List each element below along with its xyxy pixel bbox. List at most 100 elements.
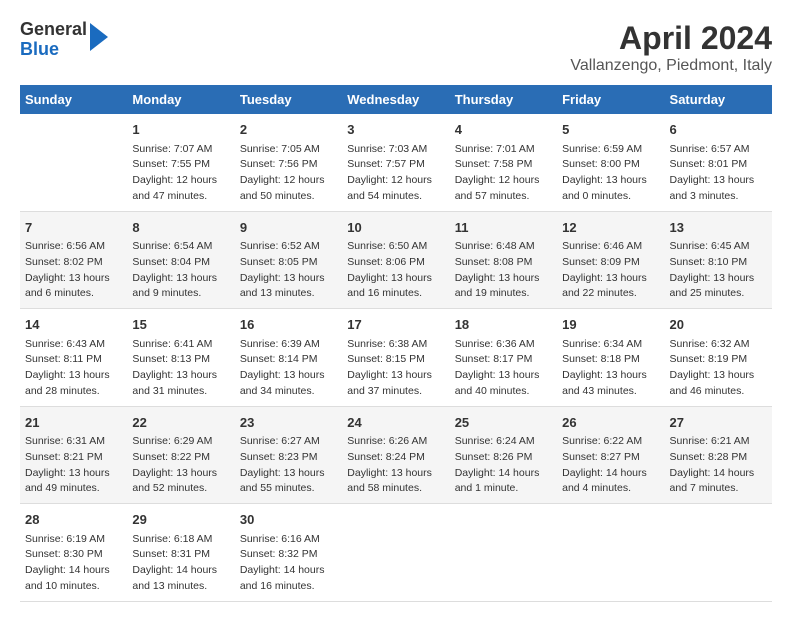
- day-info: Sunrise: 6:29 AMSunset: 8:22 PMDaylight:…: [132, 434, 229, 497]
- calendar-cell: 24Sunrise: 6:26 AMSunset: 8:24 PMDayligh…: [342, 406, 449, 504]
- day-number: 20: [670, 315, 767, 335]
- calendar-cell: 29Sunrise: 6:18 AMSunset: 8:31 PMDayligh…: [127, 504, 234, 602]
- calendar-cell: 18Sunrise: 6:36 AMSunset: 8:17 PMDayligh…: [450, 309, 557, 407]
- day-number: 22: [132, 413, 229, 433]
- day-number: 19: [562, 315, 659, 335]
- calendar-cell: 11Sunrise: 6:48 AMSunset: 8:08 PMDayligh…: [450, 211, 557, 309]
- calendar-cell: 21Sunrise: 6:31 AMSunset: 8:21 PMDayligh…: [20, 406, 127, 504]
- calendar-cell: [342, 504, 449, 602]
- day-info: Sunrise: 6:41 AMSunset: 8:13 PMDaylight:…: [132, 337, 229, 400]
- day-number: 2: [240, 120, 337, 140]
- calendar-cell: [665, 504, 772, 602]
- day-info: Sunrise: 6:48 AMSunset: 8:08 PMDaylight:…: [455, 239, 552, 302]
- column-header-friday: Friday: [557, 85, 664, 114]
- day-number: 5: [562, 120, 659, 140]
- logo-blue: Blue: [20, 40, 87, 60]
- day-info: Sunrise: 7:01 AMSunset: 7:58 PMDaylight:…: [455, 142, 552, 205]
- day-info: Sunrise: 6:38 AMSunset: 8:15 PMDaylight:…: [347, 337, 444, 400]
- logo-text: General Blue: [20, 20, 87, 60]
- day-number: 15: [132, 315, 229, 335]
- day-info: Sunrise: 6:36 AMSunset: 8:17 PMDaylight:…: [455, 337, 552, 400]
- day-number: 10: [347, 218, 444, 238]
- logo-general: General: [20, 20, 87, 40]
- calendar-cell: 23Sunrise: 6:27 AMSunset: 8:23 PMDayligh…: [235, 406, 342, 504]
- day-info: Sunrise: 6:54 AMSunset: 8:04 PMDaylight:…: [132, 239, 229, 302]
- day-info: Sunrise: 6:27 AMSunset: 8:23 PMDaylight:…: [240, 434, 337, 497]
- calendar-header: SundayMondayTuesdayWednesdayThursdayFrid…: [20, 85, 772, 114]
- day-info: Sunrise: 7:07 AMSunset: 7:55 PMDaylight:…: [132, 142, 229, 205]
- day-info: Sunrise: 6:34 AMSunset: 8:18 PMDaylight:…: [562, 337, 659, 400]
- day-info: Sunrise: 6:22 AMSunset: 8:27 PMDaylight:…: [562, 434, 659, 497]
- day-number: 18: [455, 315, 552, 335]
- day-info: Sunrise: 7:05 AMSunset: 7:56 PMDaylight:…: [240, 142, 337, 205]
- day-info: Sunrise: 6:18 AMSunset: 8:31 PMDaylight:…: [132, 532, 229, 595]
- calendar-cell: 17Sunrise: 6:38 AMSunset: 8:15 PMDayligh…: [342, 309, 449, 407]
- calendar-row: 28Sunrise: 6:19 AMSunset: 8:30 PMDayligh…: [20, 504, 772, 602]
- calendar-cell: 22Sunrise: 6:29 AMSunset: 8:22 PMDayligh…: [127, 406, 234, 504]
- day-number: 30: [240, 510, 337, 530]
- calendar-cell: 4Sunrise: 7:01 AMSunset: 7:58 PMDaylight…: [450, 114, 557, 211]
- day-number: 1: [132, 120, 229, 140]
- calendar-cell: 26Sunrise: 6:22 AMSunset: 8:27 PMDayligh…: [557, 406, 664, 504]
- column-header-saturday: Saturday: [665, 85, 772, 114]
- day-number: 9: [240, 218, 337, 238]
- day-info: Sunrise: 6:50 AMSunset: 8:06 PMDaylight:…: [347, 239, 444, 302]
- calendar-cell: [450, 504, 557, 602]
- calendar-cell: 6Sunrise: 6:57 AMSunset: 8:01 PMDaylight…: [665, 114, 772, 211]
- day-number: 12: [562, 218, 659, 238]
- day-info: Sunrise: 6:32 AMSunset: 8:19 PMDaylight:…: [670, 337, 767, 400]
- page-header: General Blue April 2024 Vallanzengo, Pie…: [20, 20, 772, 75]
- calendar-cell: 25Sunrise: 6:24 AMSunset: 8:26 PMDayligh…: [450, 406, 557, 504]
- column-header-thursday: Thursday: [450, 85, 557, 114]
- day-number: 16: [240, 315, 337, 335]
- day-info: Sunrise: 6:43 AMSunset: 8:11 PMDaylight:…: [25, 337, 122, 400]
- column-header-tuesday: Tuesday: [235, 85, 342, 114]
- calendar-cell: 1Sunrise: 7:07 AMSunset: 7:55 PMDaylight…: [127, 114, 234, 211]
- calendar-row: 21Sunrise: 6:31 AMSunset: 8:21 PMDayligh…: [20, 406, 772, 504]
- day-info: Sunrise: 6:26 AMSunset: 8:24 PMDaylight:…: [347, 434, 444, 497]
- title-block: April 2024 Vallanzengo, Piedmont, Italy: [570, 20, 772, 75]
- calendar-cell: 8Sunrise: 6:54 AMSunset: 8:04 PMDaylight…: [127, 211, 234, 309]
- day-number: 29: [132, 510, 229, 530]
- day-number: 7: [25, 218, 122, 238]
- calendar-cell: 2Sunrise: 7:05 AMSunset: 7:56 PMDaylight…: [235, 114, 342, 211]
- day-number: 3: [347, 120, 444, 140]
- calendar-cell: 9Sunrise: 6:52 AMSunset: 8:05 PMDaylight…: [235, 211, 342, 309]
- calendar-cell: 30Sunrise: 6:16 AMSunset: 8:32 PMDayligh…: [235, 504, 342, 602]
- day-info: Sunrise: 6:46 AMSunset: 8:09 PMDaylight:…: [562, 239, 659, 302]
- day-number: 25: [455, 413, 552, 433]
- day-info: Sunrise: 6:21 AMSunset: 8:28 PMDaylight:…: [670, 434, 767, 497]
- calendar-cell: 3Sunrise: 7:03 AMSunset: 7:57 PMDaylight…: [342, 114, 449, 211]
- column-header-sunday: Sunday: [20, 85, 127, 114]
- day-number: 24: [347, 413, 444, 433]
- calendar-cell: 10Sunrise: 6:50 AMSunset: 8:06 PMDayligh…: [342, 211, 449, 309]
- day-info: Sunrise: 6:16 AMSunset: 8:32 PMDaylight:…: [240, 532, 337, 595]
- calendar-cell: 16Sunrise: 6:39 AMSunset: 8:14 PMDayligh…: [235, 309, 342, 407]
- calendar-cell: 15Sunrise: 6:41 AMSunset: 8:13 PMDayligh…: [127, 309, 234, 407]
- day-info: Sunrise: 6:52 AMSunset: 8:05 PMDaylight:…: [240, 239, 337, 302]
- calendar-row: 14Sunrise: 6:43 AMSunset: 8:11 PMDayligh…: [20, 309, 772, 407]
- column-header-monday: Monday: [127, 85, 234, 114]
- day-number: 4: [455, 120, 552, 140]
- calendar-cell: 28Sunrise: 6:19 AMSunset: 8:30 PMDayligh…: [20, 504, 127, 602]
- day-info: Sunrise: 6:57 AMSunset: 8:01 PMDaylight:…: [670, 142, 767, 205]
- day-number: 17: [347, 315, 444, 335]
- day-info: Sunrise: 6:24 AMSunset: 8:26 PMDaylight:…: [455, 434, 552, 497]
- day-number: 8: [132, 218, 229, 238]
- logo-arrow-icon: [90, 23, 108, 51]
- calendar-row: 1Sunrise: 7:07 AMSunset: 7:55 PMDaylight…: [20, 114, 772, 211]
- calendar-cell: 13Sunrise: 6:45 AMSunset: 8:10 PMDayligh…: [665, 211, 772, 309]
- day-number: 28: [25, 510, 122, 530]
- page-subtitle: Vallanzengo, Piedmont, Italy: [570, 57, 772, 75]
- day-info: Sunrise: 6:56 AMSunset: 8:02 PMDaylight:…: [25, 239, 122, 302]
- calendar-cell: 27Sunrise: 6:21 AMSunset: 8:28 PMDayligh…: [665, 406, 772, 504]
- day-number: 11: [455, 218, 552, 238]
- calendar-cell: 12Sunrise: 6:46 AMSunset: 8:09 PMDayligh…: [557, 211, 664, 309]
- day-info: Sunrise: 6:19 AMSunset: 8:30 PMDaylight:…: [25, 532, 122, 595]
- calendar-cell: [557, 504, 664, 602]
- day-number: 14: [25, 315, 122, 335]
- page-title: April 2024: [570, 20, 772, 57]
- column-header-wednesday: Wednesday: [342, 85, 449, 114]
- calendar-cell: 20Sunrise: 6:32 AMSunset: 8:19 PMDayligh…: [665, 309, 772, 407]
- calendar-cell: 7Sunrise: 6:56 AMSunset: 8:02 PMDaylight…: [20, 211, 127, 309]
